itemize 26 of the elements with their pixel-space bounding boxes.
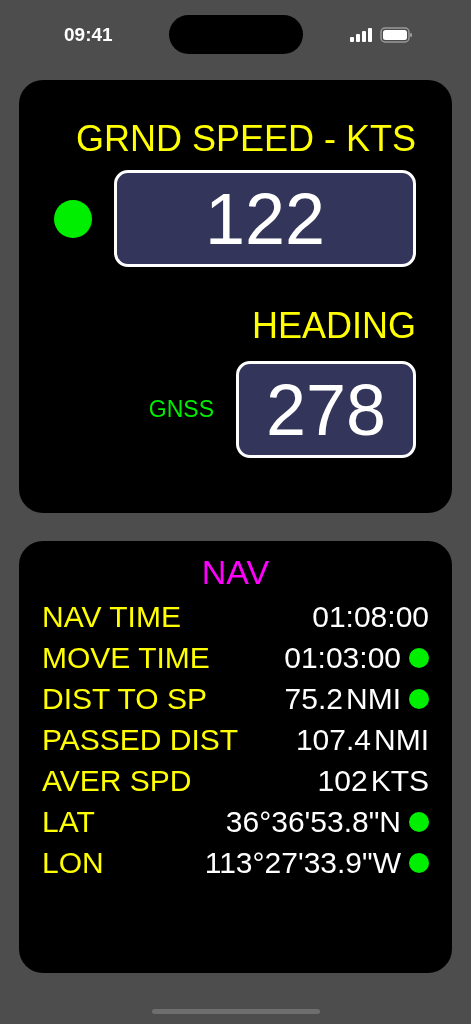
nav-label: DIST TO SP (42, 681, 208, 716)
nav-label: MOVE TIME (42, 640, 210, 675)
speed-display: 122 (114, 170, 416, 267)
nav-label: NAV TIME (42, 599, 181, 634)
nav-value: 102 (317, 763, 368, 798)
nav-label: AVER SPD (42, 763, 192, 798)
heading-display: 278 (236, 361, 416, 458)
nav-label: LON (42, 845, 104, 880)
status-time: 09:41 (64, 24, 113, 46)
battery-icon (380, 27, 413, 43)
nav-unit: NMI (374, 722, 429, 757)
nav-value: 01:08:00 (312, 599, 429, 634)
nav-unit: KTS (370, 763, 429, 798)
nav-value: 107.4 (295, 722, 371, 757)
nav-value: 01:03:00 (284, 640, 401, 675)
nav-title: NAV (200, 553, 271, 592)
nav-unit: NMI (346, 681, 401, 716)
nav-label: PASSED DIST (42, 722, 239, 757)
source-label: GNSS (148, 396, 214, 423)
speed-title: GRND SPEED - KTS (75, 118, 416, 160)
nav-value: 113°27'33.9"W (204, 845, 401, 880)
nav-value: 36°36'53.8"N (225, 804, 401, 839)
nav-label: LAT (42, 804, 95, 839)
heading-title: HEADING (251, 305, 416, 347)
nav-value: 75.2 (284, 681, 343, 716)
signal-icon (350, 28, 372, 42)
